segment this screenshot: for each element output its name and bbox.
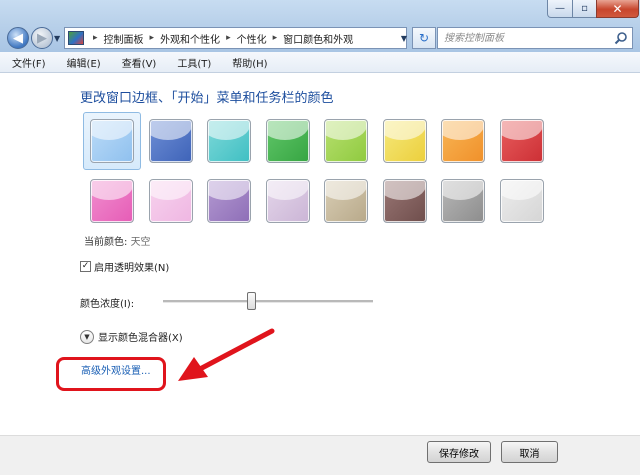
recent-pages-button[interactable]: ▼ [54, 34, 60, 43]
transparency-checkbox[interactable]: ✓ [80, 261, 91, 272]
cancel-button[interactable]: 取消 [501, 441, 558, 463]
menu-tools[interactable]: 工具(T) [165, 55, 220, 70]
search-box[interactable] [437, 27, 633, 49]
breadcrumb-appearance[interactable]: 外观和个性化 [160, 31, 220, 46]
maximize-button[interactable]: ▫ [572, 0, 597, 18]
color-swatch-lemon[interactable] [382, 119, 427, 163]
current-color-value: 天空 [130, 237, 151, 248]
forward-button[interactable]: ▶ [31, 27, 53, 49]
window-chrome: — ▫ ✕ ◀ ▶ ▼ ▸ 控制面板 ▸ 外观和个性化 ▸ 个性化 ▸ 窗口颜色… [0, 0, 640, 53]
back-button[interactable]: ◀ [7, 27, 29, 49]
chevron-right-icon[interactable]: ▸ [150, 33, 155, 43]
transparency-label[interactable]: 启用透明效果(N) [94, 259, 169, 274]
breadcrumb-window-color[interactable]: 窗口颜色和外观 [283, 31, 353, 46]
color-swatch-pumpkin[interactable] [441, 119, 485, 163]
control-panel-icon [68, 31, 84, 45]
color-swatch-leaf[interactable] [265, 119, 310, 163]
current-color-label: 当前颜色: [84, 237, 128, 248]
intensity-label: 颜色浓度(I): [80, 299, 135, 310]
menu-file[interactable]: 文件(F) [0, 55, 55, 70]
show-color-mixer-toggle[interactable]: ▼ 显示颜色混合器(X) [80, 329, 183, 344]
chevron-right-icon[interactable]: ▸ [93, 33, 98, 43]
menu-edit[interactable]: 编辑(E) [55, 55, 110, 70]
chevron-right-icon[interactable]: ▸ [226, 33, 231, 43]
color-swatch-taupe[interactable] [324, 179, 368, 223]
annotation-highlight-box [56, 357, 166, 391]
menu-help[interactable]: 帮助(H) [220, 55, 276, 70]
color-swatch-lime[interactable] [324, 119, 368, 163]
forward-arrow-icon: ▶ [37, 30, 47, 46]
color-swatch-twilight[interactable] [148, 119, 193, 163]
color-swatch-fuchsia[interactable] [90, 179, 134, 223]
color-swatch-sky[interactable] [90, 119, 134, 163]
annotation-arrow-icon [178, 328, 275, 381]
color-swatch-frost[interactable] [499, 179, 544, 223]
breadcrumb-personalization[interactable]: 个性化 [237, 31, 267, 46]
dialog-footer: 保存修改 取消 [0, 435, 640, 475]
intensity-slider-thumb[interactable] [246, 292, 256, 310]
color-swatch-sea[interactable] [207, 119, 251, 163]
address-bar[interactable]: ▸ 控制面板 ▸ 外观和个性化 ▸ 个性化 ▸ 窗口颜色和外观 [64, 27, 407, 49]
color-swatch-blush[interactable] [148, 179, 193, 223]
main-content: 更改窗口边框、「开始」菜单和任务栏的颜色 当前颜色: 天空 ✓ 启用透明效果(N… [0, 73, 640, 435]
refresh-button[interactable]: ↻ [412, 27, 436, 49]
maximize-icon: ▫ [581, 3, 588, 14]
checkmark-icon: ✓ [81, 261, 90, 271]
chevron-down-icon[interactable]: ▼ [80, 329, 94, 344]
close-button[interactable]: ✕ [596, 0, 639, 18]
chevron-right-icon[interactable]: ▸ [273, 33, 278, 43]
color-swatch-lavender[interactable] [265, 179, 310, 223]
address-dropdown-button[interactable]: ▼ [397, 27, 411, 49]
current-color-text: 当前颜色: 天空 [84, 233, 151, 248]
minimize-button[interactable]: — [547, 0, 573, 18]
save-changes-button[interactable]: 保存修改 [427, 441, 491, 463]
menu-view[interactable]: 查看(V) [110, 55, 166, 70]
breadcrumb-control-panel[interactable]: 控制面板 [104, 31, 144, 46]
color-swatch-chocolate[interactable] [382, 179, 427, 223]
refresh-icon: ↻ [418, 31, 430, 45]
search-icon[interactable] [614, 31, 628, 45]
search-input[interactable] [438, 28, 614, 48]
back-arrow-icon: ◀ [13, 30, 23, 46]
page-title: 更改窗口边框、「开始」菜单和任务栏的颜色 [80, 91, 334, 106]
minimize-icon: — [555, 3, 565, 14]
color-swatch-ruby[interactable] [499, 119, 544, 163]
menu-bar: 文件(F) 编辑(E) 查看(V) 工具(T) 帮助(H) [0, 52, 640, 73]
color-swatch-slate[interactable] [441, 179, 485, 223]
close-icon: ✕ [612, 1, 623, 16]
intensity-slider-track[interactable] [163, 300, 373, 303]
transparency-option[interactable]: ✓ 启用透明效果(N) [80, 259, 169, 274]
color-swatch-violet[interactable] [207, 179, 251, 223]
